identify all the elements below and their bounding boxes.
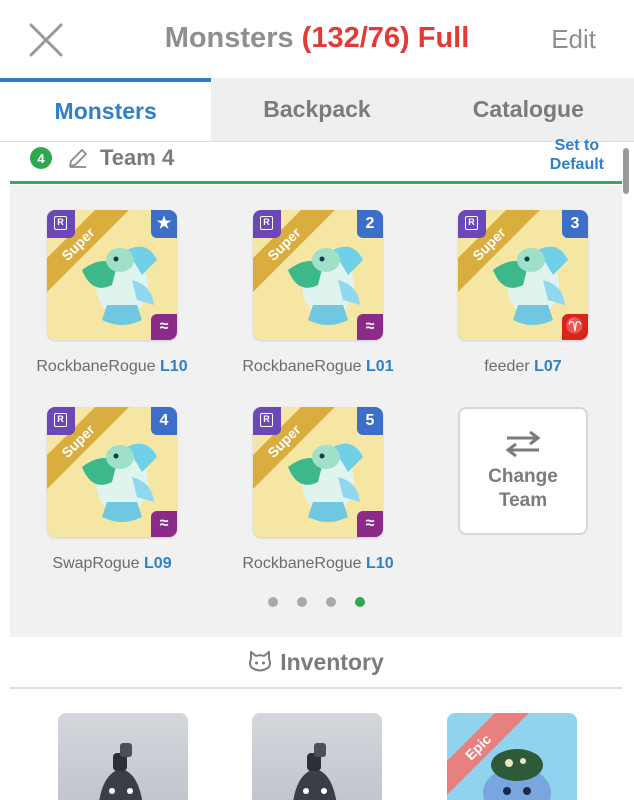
page-indicator xyxy=(10,597,622,607)
monster-image xyxy=(99,743,143,800)
page-dot-1[interactable] xyxy=(267,597,278,607)
inventory-header: Inventory xyxy=(10,637,622,689)
monster-level: L07 xyxy=(534,358,562,375)
change-team-button[interactable]: Change Team xyxy=(458,407,588,535)
change-team-label: Change Team xyxy=(488,465,558,513)
monster-name: RockbaneRogue xyxy=(242,555,362,572)
monster-level: L10 xyxy=(160,358,188,375)
inventory-title: Inventory xyxy=(280,648,384,675)
monster-level: L10 xyxy=(366,555,394,572)
monster-level: L09 xyxy=(144,555,172,572)
monster-name: RockbaneRogue xyxy=(36,358,156,375)
rare-badge-icon: R xyxy=(253,210,281,238)
monster-image xyxy=(293,743,337,800)
capacity-status: Full xyxy=(417,22,470,54)
monster-card[interactable]: Super R 5 ≈ xyxy=(253,407,383,537)
set-default-line1: Set to xyxy=(554,137,600,154)
change-team-line1: Change xyxy=(488,466,558,487)
change-team-line2: Team xyxy=(498,490,548,511)
monster-name: RockbaneRogue xyxy=(242,358,362,375)
tab-backpack[interactable]: Backpack xyxy=(211,78,422,141)
element-badge: ≈ xyxy=(357,314,383,340)
inventory-item-1[interactable] xyxy=(58,713,188,800)
tab-catalogue[interactable]: Catalogue xyxy=(423,78,634,141)
monster-level: L01 xyxy=(366,358,394,375)
rare-badge-icon: R xyxy=(458,210,486,238)
page-dot-3[interactable] xyxy=(325,597,336,607)
top-bar: Monsters (132/76) Full Edit xyxy=(0,0,634,78)
monster-label: RockbaneRogue L10 xyxy=(17,358,207,376)
swap-arrows-icon xyxy=(505,430,541,458)
element-badge: ≈ xyxy=(357,511,383,537)
team-slot-4[interactable]: Super R 4 ≈ SwapRogue L09 xyxy=(47,407,177,573)
monster-card[interactable]: Super R 2 ≈ xyxy=(253,210,383,340)
set-default-button[interactable]: Set to Default xyxy=(550,136,604,174)
team-slot-3[interactable]: Super R 3 ♈ feeder L07 xyxy=(458,210,588,376)
scrollbar[interactable] xyxy=(623,148,629,194)
rare-badge-icon: R xyxy=(253,407,281,435)
page-title: Monsters (132/76) Full xyxy=(0,22,634,55)
monster-label: feeder L07 xyxy=(428,358,618,376)
team-slot-5[interactable]: Super R 5 ≈ RockbaneRogue L10 xyxy=(242,407,394,573)
team-slot-2[interactable]: Super R 2 ≈ RockbaneRogue L01 xyxy=(242,210,394,376)
team-number-badge: 4 xyxy=(30,147,52,169)
pencil-icon[interactable] xyxy=(66,146,90,170)
team-name: Team 4 xyxy=(100,145,175,170)
monster-label: SwapRogue L09 xyxy=(17,555,207,573)
team-panel: Super R ★ ≈ RockbaneRogue L10 Super R 2 xyxy=(10,185,622,637)
monster-count: (132/76) xyxy=(301,22,410,54)
set-default-line2: Default xyxy=(549,156,604,173)
tab-bar: Monsters Backpack Catalogue xyxy=(0,78,634,142)
tab-monsters[interactable]: Monsters xyxy=(0,78,212,141)
monster-card[interactable]: Super R 4 ≈ xyxy=(47,407,177,537)
rare-badge-icon: R xyxy=(47,210,75,238)
edit-button[interactable]: Edit xyxy=(551,24,596,55)
monster-card[interactable]: Super R ★ ≈ xyxy=(47,210,177,340)
team-header: 4 Team 4 Set to Default xyxy=(10,137,622,184)
element-badge: ≈ xyxy=(151,314,177,340)
monster-card[interactable]: Super R 3 ♈ xyxy=(458,210,588,340)
element-badge: ≈ xyxy=(151,511,177,537)
rare-badge-icon: R xyxy=(47,407,75,435)
monster-name: SwapRogue xyxy=(52,555,140,572)
inventory-item-2[interactable] xyxy=(252,713,382,800)
cat-face-icon xyxy=(249,651,272,672)
monster-label: RockbaneRogue L10 xyxy=(223,555,413,573)
monster-name: feeder xyxy=(484,358,530,375)
page-dot-2[interactable] xyxy=(296,597,307,607)
page-dot-4[interactable] xyxy=(354,597,365,607)
monster-label: RockbaneRogue L01 xyxy=(223,358,413,376)
title-text: Monsters xyxy=(164,22,294,54)
inventory-item-3[interactable]: Epic xyxy=(447,713,577,800)
element-badge: ♈ xyxy=(562,314,588,340)
team-slot-1[interactable]: Super R ★ ≈ RockbaneRogue L10 xyxy=(36,210,188,376)
